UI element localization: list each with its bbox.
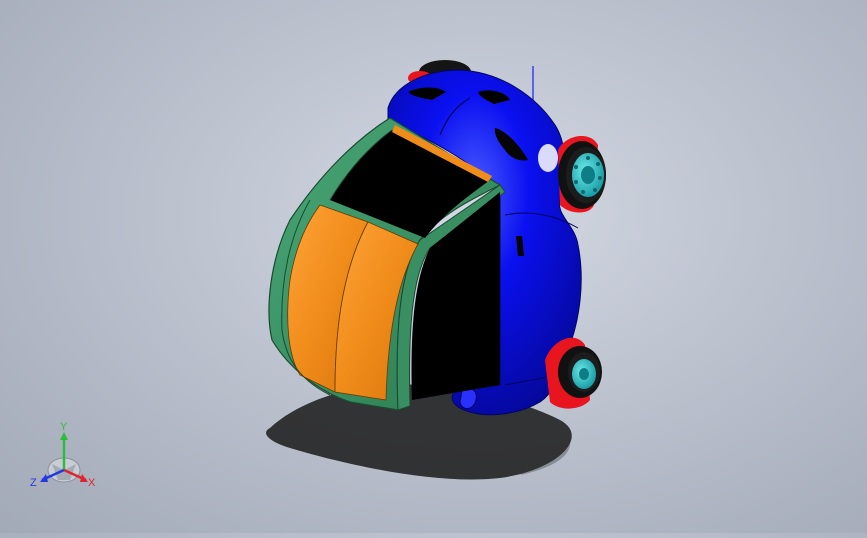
x-axis-arrow — [80, 474, 88, 482]
z-axis-label: Z — [30, 477, 37, 489]
wheel-front-right[interactable] — [558, 135, 606, 213]
y-axis-arrow — [60, 432, 68, 440]
car-model-view[interactable] — [0, 0, 867, 533]
wheel-rear-right[interactable] — [545, 337, 602, 409]
z-axis-arrow — [40, 474, 48, 482]
x-axis-label: X — [88, 477, 96, 489]
axis-triad: Y X Z — [30, 421, 96, 489]
y-axis-label: Y — [60, 421, 68, 433]
3d-viewport[interactable]: Y X Z — [0, 0, 867, 533]
hood-highlight — [538, 144, 558, 172]
